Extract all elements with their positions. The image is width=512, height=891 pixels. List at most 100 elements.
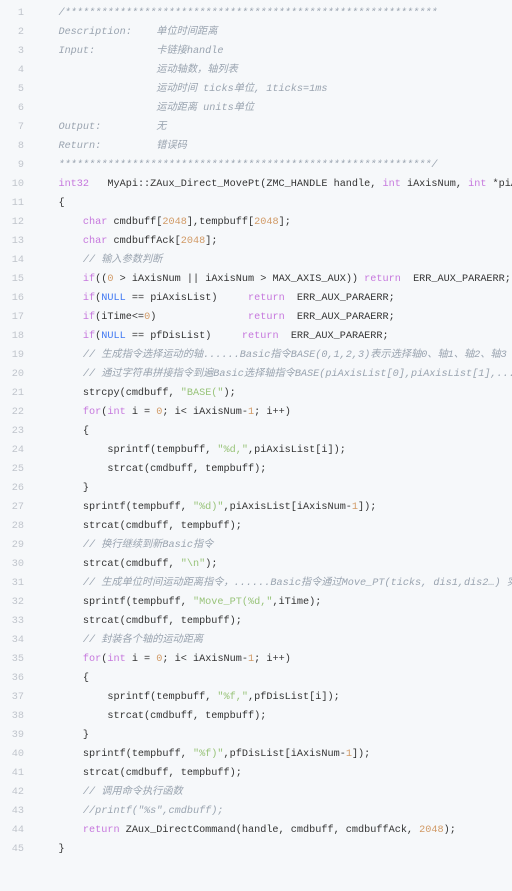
line-content: for(int i = 0; i< iAxisNum-1; i++)	[34, 403, 512, 422]
code-line: 6 运动距离 units单位	[0, 99, 512, 118]
line-number: 19	[0, 346, 34, 365]
code-line: 4 运动轴数，轴列表	[0, 61, 512, 80]
line-content: {	[34, 194, 512, 213]
code-line: 26 }	[0, 479, 512, 498]
line-number: 27	[0, 498, 34, 517]
line-number: 41	[0, 764, 34, 783]
line-number: 22	[0, 403, 34, 422]
code-line: 25 strcat(cmdbuff, tempbuff);	[0, 460, 512, 479]
line-content: sprintf(tempbuff, "Move_PT(%d,",iTime);	[34, 593, 512, 612]
line-number: 23	[0, 422, 34, 441]
line-number: 42	[0, 783, 34, 802]
line-content: {	[34, 422, 512, 441]
code-line: 36 {	[0, 669, 512, 688]
line-content: char cmdbuff[2048],tempbuff[2048];	[34, 213, 512, 232]
line-content: ****************************************…	[34, 156, 512, 175]
line-content: Description: 单位时间距离	[34, 23, 512, 42]
code-line: 11 {	[0, 194, 512, 213]
line-content: Output: 无	[34, 118, 512, 137]
code-line: 18 if(NULL == pfDisList) return ERR_AUX_…	[0, 327, 512, 346]
line-content: if((0 > iAxisNum || iAxisNum > MAX_AXIS_…	[34, 270, 512, 289]
line-number: 43	[0, 802, 34, 821]
code-line: 41 strcat(cmdbuff, tempbuff);	[0, 764, 512, 783]
line-content: sprintf(tempbuff, "%f)",pfDisList[iAxisN…	[34, 745, 512, 764]
code-line: 38 strcat(cmdbuff, tempbuff);	[0, 707, 512, 726]
line-number: 21	[0, 384, 34, 403]
code-line: 23 {	[0, 422, 512, 441]
line-number: 4	[0, 61, 34, 80]
line-number: 14	[0, 251, 34, 270]
line-content: //printf("%s",cmdbuff);	[34, 802, 512, 821]
code-line: 40 sprintf(tempbuff, "%f)",pfDisList[iAx…	[0, 745, 512, 764]
line-content: // 调用命令执行函数	[34, 783, 512, 802]
code-line: 12 char cmdbuff[2048],tempbuff[2048];	[0, 213, 512, 232]
code-line: 2 Description: 单位时间距离	[0, 23, 512, 42]
code-line: 32 sprintf(tempbuff, "Move_PT(%d,",iTime…	[0, 593, 512, 612]
code-line: 1 /*************************************…	[0, 4, 512, 23]
code-line: 13 char cmdbuffAck[2048];	[0, 232, 512, 251]
line-content: /***************************************…	[34, 4, 512, 23]
code-block: 1 /*************************************…	[0, 0, 512, 863]
line-number: 36	[0, 669, 34, 688]
line-content: // 输入参数判断	[34, 251, 512, 270]
line-number: 33	[0, 612, 34, 631]
line-number: 13	[0, 232, 34, 251]
code-line: 19 // 生成指令选择运动的轴......Basic指令BASE(0,1,2,…	[0, 346, 512, 365]
line-content: char cmdbuffAck[2048];	[34, 232, 512, 251]
line-content: // 封装各个轴的运动距离	[34, 631, 512, 650]
line-number: 35	[0, 650, 34, 669]
code-line: 31 // 生成单位时间运动距离指令，......Basic指令通过Move_P…	[0, 574, 512, 593]
code-line: 9 **************************************…	[0, 156, 512, 175]
line-content: strcat(cmdbuff, tempbuff);	[34, 460, 512, 479]
line-number: 8	[0, 137, 34, 156]
line-content: // 生成单位时间运动距离指令，......Basic指令通过Move_PT(t…	[34, 574, 512, 593]
line-number: 38	[0, 707, 34, 726]
code-line: 37 sprintf(tempbuff, "%f,",pfDisList[i])…	[0, 688, 512, 707]
line-content: sprintf(tempbuff, "%f,",pfDisList[i]);	[34, 688, 512, 707]
line-content: // 换行继续到新Basic指令	[34, 536, 512, 555]
line-number: 44	[0, 821, 34, 840]
line-number: 17	[0, 308, 34, 327]
line-number: 3	[0, 42, 34, 61]
line-content: strcat(cmdbuff, tempbuff);	[34, 707, 512, 726]
code-line: 22 for(int i = 0; i< iAxisNum-1; i++)	[0, 403, 512, 422]
line-number: 25	[0, 460, 34, 479]
line-number: 15	[0, 270, 34, 289]
line-content: {	[34, 669, 512, 688]
line-content: // 生成指令选择运动的轴......Basic指令BASE(0,1,2,3)表…	[34, 346, 512, 365]
line-content: 运动距离 units单位	[34, 99, 512, 118]
code-line: 17 if(iTime<=0) return ERR_AUX_PARAERR;	[0, 308, 512, 327]
line-number: 28	[0, 517, 34, 536]
line-content: Return: 错误码	[34, 137, 512, 156]
line-content: for(int i = 0; i< iAxisNum-1; i++)	[34, 650, 512, 669]
line-content: }	[34, 726, 512, 745]
line-number: 5	[0, 80, 34, 99]
code-line: 35 for(int i = 0; i< iAxisNum-1; i++)	[0, 650, 512, 669]
line-number: 40	[0, 745, 34, 764]
code-line: 10 int32 MyApi::ZAux_Direct_MovePt(ZMC_H…	[0, 175, 512, 194]
line-number: 18	[0, 327, 34, 346]
line-content: strcat(cmdbuff, "\n");	[34, 555, 512, 574]
line-content: sprintf(tempbuff, "%d,",piAxisList[i]);	[34, 441, 512, 460]
line-number: 26	[0, 479, 34, 498]
line-number: 20	[0, 365, 34, 384]
line-number: 39	[0, 726, 34, 745]
line-number: 1	[0, 4, 34, 23]
code-line: 34 // 封装各个轴的运动距离	[0, 631, 512, 650]
code-line: 28 strcat(cmdbuff, tempbuff);	[0, 517, 512, 536]
line-content: strcat(cmdbuff, tempbuff);	[34, 612, 512, 631]
line-number: 29	[0, 536, 34, 555]
code-line: 42 // 调用命令执行函数	[0, 783, 512, 802]
code-line: 16 if(NULL == piAxisList) return ERR_AUX…	[0, 289, 512, 308]
code-line: 5 运动时间 ticks单位, 1ticks=1ms	[0, 80, 512, 99]
line-number: 30	[0, 555, 34, 574]
line-number: 6	[0, 99, 34, 118]
code-line: 45 }	[0, 840, 512, 859]
line-content: sprintf(tempbuff, "%d)",piAxisList[iAxis…	[34, 498, 512, 517]
code-line: 15 if((0 > iAxisNum || iAxisNum > MAX_AX…	[0, 270, 512, 289]
line-number: 16	[0, 289, 34, 308]
code-line: 29 // 换行继续到新Basic指令	[0, 536, 512, 555]
line-content: 运动轴数，轴列表	[34, 61, 512, 80]
code-line: 20 // 通过字符串拼接指令到遍Basic选择轴指令BASE(piAxisLi…	[0, 365, 512, 384]
line-number: 2	[0, 23, 34, 42]
